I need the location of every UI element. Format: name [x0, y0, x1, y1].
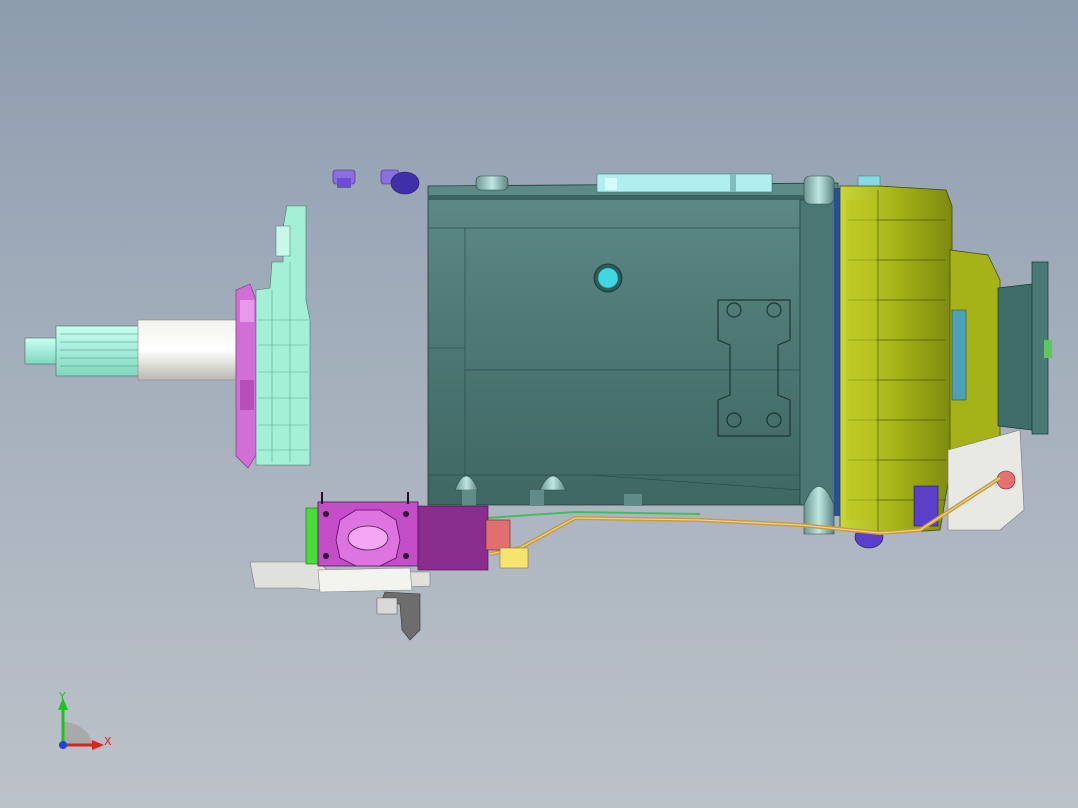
mounting-bracket[interactable] — [249, 561, 431, 641]
cad-viewport[interactable]: Y X — [0, 0, 1078, 808]
y-axis-label: Y — [58, 690, 66, 703]
axis-triad: Y X — [58, 690, 112, 750]
drain-plug[interactable] — [593, 263, 623, 293]
flange-plate[interactable] — [235, 283, 257, 469]
output-flange[interactable] — [997, 261, 1052, 435]
gearbox-main-housing[interactable] — [427, 182, 840, 516]
x-axis-label: X — [104, 735, 112, 748]
assembly-model[interactable]: Y X — [0, 0, 1078, 808]
z-axis-point — [59, 741, 67, 749]
clutch-housing[interactable] — [255, 205, 311, 466]
input-shaft[interactable] — [24, 319, 237, 381]
